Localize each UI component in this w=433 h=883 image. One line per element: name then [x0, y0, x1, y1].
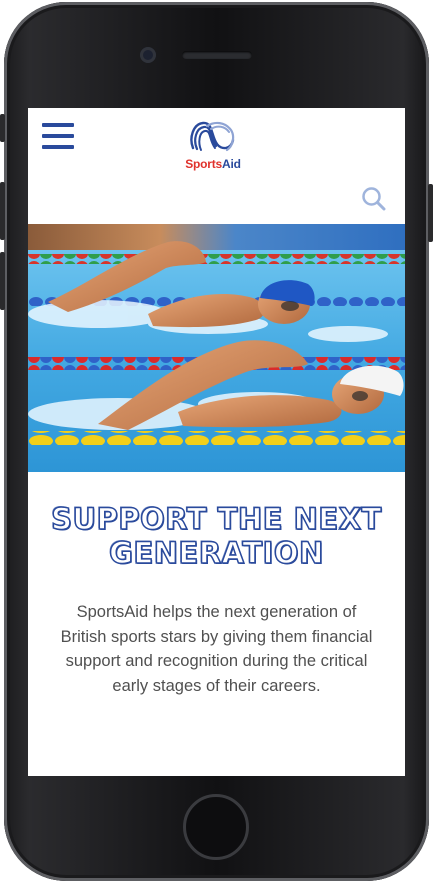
earpiece-speaker: [182, 51, 252, 59]
volume-up-button: [0, 182, 5, 240]
volume-down-button: [0, 252, 5, 310]
home-button[interactable]: [183, 794, 249, 860]
sportsaid-swirl-logo-icon: [190, 121, 235, 152]
sportsaid-logo[interactable]: SportsAid: [178, 118, 248, 174]
logo-word-sports: Sports: [185, 157, 223, 171]
front-camera: [140, 47, 156, 63]
headline-line-2: GENERATION: [108, 535, 324, 571]
hamburger-menu-icon[interactable]: [42, 123, 74, 151]
logo-wordmark: SportsAid: [178, 157, 248, 171]
logo-word-aid: Aid: [222, 157, 241, 171]
headline-line-1: SUPPORT THE NEXT: [50, 501, 382, 537]
description-text: SportsAid helps the next generation of B…: [60, 603, 373, 695]
hero-image: [28, 224, 405, 472]
headline: SUPPORT THE NEXT GENERATION: [28, 501, 405, 571]
phone-screen: SportsAid SUPPORT THE NEXT GENERATION Sp…: [28, 108, 405, 776]
search-icon[interactable]: [361, 186, 387, 212]
power-button: [428, 184, 433, 242]
side-button: [0, 114, 5, 142]
